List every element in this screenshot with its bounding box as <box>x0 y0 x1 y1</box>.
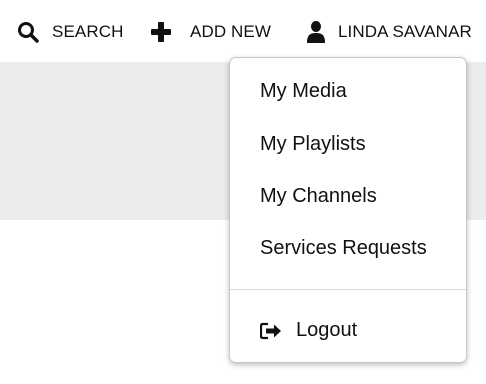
user-icon <box>306 20 326 44</box>
plus-icon <box>150 21 172 43</box>
add-new-label: ADD NEW <box>190 22 271 41</box>
user-name-label: LINDA SAVANAR <box>338 22 472 41</box>
logout-label: Logout <box>296 319 358 341</box>
logout-icon <box>260 322 282 340</box>
logout-button[interactable]: Logout <box>260 319 357 342</box>
page: SEARCH ADD NEW LINDA SAVANAR My Media My… <box>0 0 486 384</box>
search-label: SEARCH <box>52 22 124 41</box>
menu-divider <box>230 289 466 290</box>
search-button[interactable]: SEARCH <box>16 18 123 46</box>
top-navigation-bar: SEARCH ADD NEW LINDA SAVANAR <box>0 0 486 62</box>
user-menu-button[interactable]: LINDA SAVANAR <box>306 18 472 46</box>
add-new-button[interactable]: ADD NEW <box>150 18 271 46</box>
menu-item-services-requests[interactable]: Services Requests <box>260 237 427 260</box>
menu-item-my-playlists[interactable]: My Playlists <box>260 133 366 156</box>
menu-item-my-media[interactable]: My Media <box>260 80 347 103</box>
menu-item-my-channels[interactable]: My Channels <box>260 185 377 208</box>
user-dropdown-menu: My Media My Playlists My Channels Servic… <box>229 57 467 363</box>
search-icon <box>16 20 40 44</box>
